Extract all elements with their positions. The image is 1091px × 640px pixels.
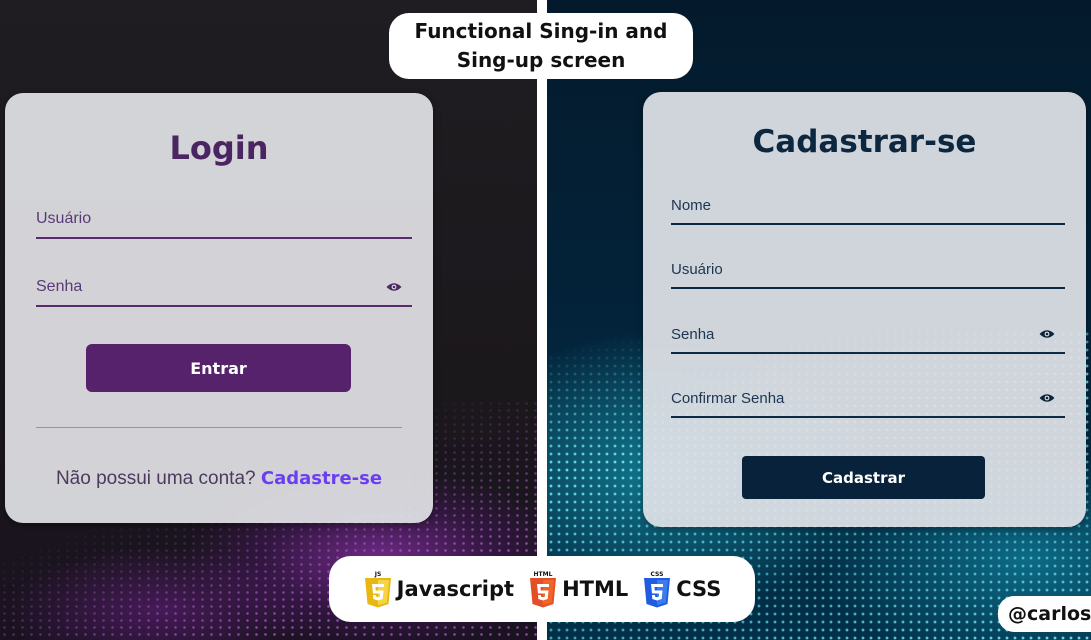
css3-shield-icon: CSS — [644, 571, 671, 608]
tech-item-javascript: JS Javascript — [363, 569, 514, 609]
css-badge-text: CSS — [651, 571, 664, 578]
signup-title: Cadastrar-se — [752, 124, 977, 160]
center-divider — [537, 0, 547, 640]
author-handle: @carlosv — [998, 596, 1091, 632]
tech-label-html: HTML — [562, 577, 629, 601]
login-submit-button[interactable]: Entrar — [86, 344, 351, 392]
signup-prompt: Não possui uma conta? Cadastre-se — [5, 468, 433, 490]
tech-stack-bar: JS Javascript HTML HTML CSS CSS — [329, 556, 755, 622]
signup-password-placeholder: Senha — [671, 326, 715, 343]
signup-name-field[interactable]: Nome — [671, 185, 1065, 225]
tech-label-css: CSS — [676, 577, 722, 601]
signup-submit-button[interactable]: Cadastrar — [742, 456, 985, 499]
js-shield-icon: JS — [364, 571, 391, 608]
login-username-placeholder: Usuário — [36, 210, 92, 227]
tech-label-javascript: Javascript — [396, 577, 515, 601]
title-line-1: Functional Sing-in and — [414, 19, 668, 43]
title-badge: Functional Sing-in and Sing-up screen — [389, 13, 693, 79]
eye-icon[interactable] — [1039, 329, 1055, 339]
signup-confirm-password-placeholder: Confirmar Senha — [671, 390, 785, 407]
no-account-text: Não possui uma conta? — [55, 468, 256, 489]
tech-item-css: CSS CSS — [642, 569, 721, 609]
eye-icon[interactable] — [1039, 393, 1055, 403]
signup-username-field[interactable]: Usuário — [671, 249, 1065, 289]
signup-link[interactable]: Cadastre-se — [261, 468, 382, 489]
signup-confirm-password-field[interactable]: Confirmar Senha — [671, 378, 1065, 418]
signup-card: Cadastrar-se Nome Usuário Senha Confirma… — [643, 92, 1086, 527]
login-card: Login Usuário Senha Entrar Não possui um… — [5, 93, 433, 523]
js-badge-text: JS — [373, 571, 381, 578]
tech-item-html: HTML HTML — [528, 569, 628, 609]
login-divider — [36, 427, 402, 428]
login-password-placeholder: Senha — [36, 278, 83, 295]
title-line-2: Sing-up screen — [456, 48, 626, 72]
login-title: Login — [169, 129, 269, 167]
html-badge-text: HTML — [534, 571, 553, 578]
eye-icon[interactable] — [386, 282, 402, 292]
signup-name-placeholder: Nome — [671, 197, 712, 214]
login-username-field[interactable]: Usuário — [36, 199, 412, 239]
signup-username-placeholder: Usuário — [671, 261, 723, 278]
login-password-field[interactable]: Senha — [36, 267, 412, 307]
html5-shield-icon: HTML — [530, 571, 557, 608]
signup-password-field[interactable]: Senha — [671, 314, 1065, 354]
